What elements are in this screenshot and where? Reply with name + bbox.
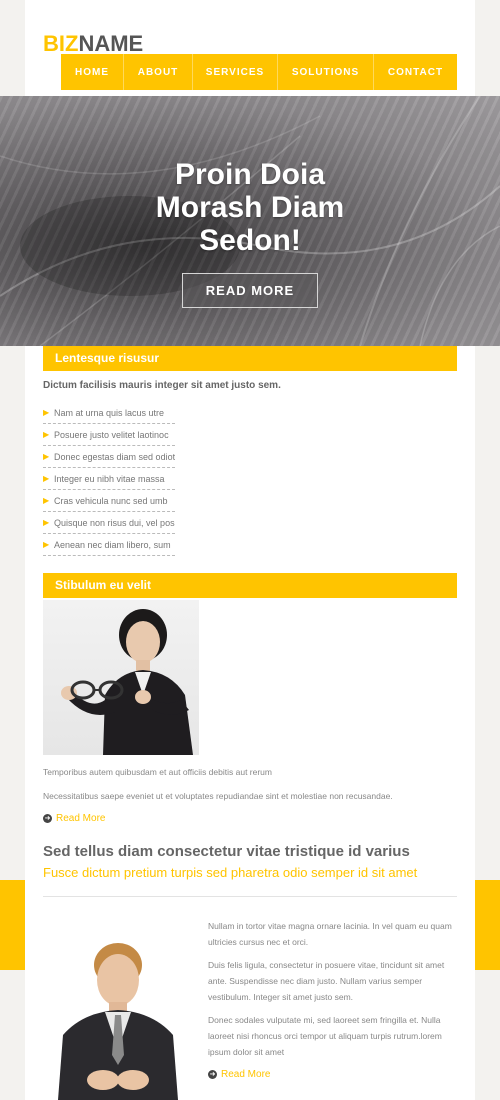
list-item[interactable]: ▶ Integer eu nibh vitae massa [43, 468, 175, 490]
section3-title: Sed tellus diam consectetur vitae tristi… [43, 843, 410, 860]
section3-subtitle: Fusce dictum pretium turpis sed pharetra… [43, 865, 418, 880]
woman-photo [43, 600, 199, 755]
man-photo [43, 920, 193, 1100]
side-accent-right [475, 880, 500, 970]
section3-paragraph-2: Duis felis ligula, consectetur in posuer… [208, 960, 445, 1002]
divider [43, 896, 457, 897]
hero-title-line-3: Sedon! [199, 224, 301, 257]
list-item-label: Posuere justo velitet laotinoc [54, 430, 169, 440]
arrow-right-icon: ▶ [43, 430, 50, 439]
list-item-label: Integer eu nibh vitae massa [54, 474, 165, 484]
logo-part-2: NAME [78, 31, 144, 56]
list-item-label: Nam at urna quis lacus utre [54, 408, 165, 418]
arrow-right-icon: ▶ [43, 540, 50, 549]
arrow-right-icon: ▶ [43, 518, 50, 527]
nav-home[interactable]: HOME [61, 54, 124, 90]
hero-title: Proin Doia Morash Diam Sedon! [100, 158, 400, 257]
hero-banner: Proin Doia Morash Diam Sedon! READ MORE [0, 96, 500, 346]
list-item[interactable]: ▶ Aenean nec diam libero, sum [43, 534, 175, 556]
feature-list: ▶ Nam at urna quis lacus utre ▶ Posuere ju… [43, 402, 183, 556]
nav-contact[interactable]: CONTACT [374, 54, 457, 90]
side-accent-left [0, 880, 25, 970]
list-item[interactable]: ▶ Cras vehicula nunc sed umb [43, 490, 175, 512]
list-item[interactable]: ▶ Quisque non risus dui, vel pos [43, 512, 175, 534]
arrow-right-icon: ▶ [43, 474, 50, 483]
section3-paragraph-1: Nullam in tortor vitae magna ornare laci… [208, 921, 452, 947]
list-item[interactable]: ▶ Nam at urna quis lacus utre [43, 402, 175, 424]
section2-paragraph-1: Temporibus autem quibusdam et aut offici… [43, 767, 272, 777]
section-intro: Dictum facilisis mauris integer sit amet… [43, 380, 281, 391]
nav-about[interactable]: ABOUT [124, 54, 193, 90]
list-item[interactable]: ▶ Posuere justo velitet laotinoc [43, 424, 175, 446]
section2-paragraph-2: Necessitatibus saepe eveniet ut et volup… [43, 791, 393, 801]
section-header-lentesque: Lentesque risusur [43, 346, 457, 371]
list-item-label: Cras vehicula nunc sed umb [54, 496, 168, 506]
read-more-label: Read More [221, 1069, 271, 1080]
list-item-label: Aenean nec diam libero, sum [54, 540, 171, 550]
arrow-right-icon: ▶ [43, 408, 50, 417]
arrow-right-icon: ▶ [43, 496, 50, 505]
read-more-link-2[interactable]: ➜ Read More [208, 1069, 270, 1080]
arrow-circle-icon: ➜ [208, 1070, 217, 1079]
hero-read-more-button[interactable]: READ MORE [182, 273, 318, 308]
logo[interactable]: BIZNAME [43, 32, 143, 56]
man-illustration [58, 943, 178, 1100]
arrow-circle-icon: ➜ [43, 814, 52, 823]
read-more-link[interactable]: ➜ Read More [43, 813, 105, 824]
section3-paragraph-3: Donec sodales vulputate mi, sed laoreet … [208, 1015, 442, 1057]
section-header-stibulum: Stibulum eu velit [43, 573, 457, 598]
hero-title-line-1: Proin Doia [174, 158, 325, 191]
read-more-label: Read More [56, 813, 106, 824]
logo-part-1: BIZ [43, 31, 79, 56]
list-item[interactable]: ▶ Donec egestas diam sed odioti [43, 446, 175, 468]
hero-title-line-2: Morash Diam [155, 191, 345, 224]
arrow-right-icon: ▶ [43, 452, 50, 461]
nav-solutions[interactable]: SOLUTIONS [278, 54, 374, 90]
list-item-label: Donec egestas diam sed odioti [54, 452, 175, 462]
woman-illustration [61, 609, 193, 755]
nav-services[interactable]: SERVICES [193, 54, 278, 90]
list-item-label: Quisque non risus dui, vel pos [54, 518, 175, 528]
main-nav: HOME ABOUT SERVICES SOLUTIONS CONTACT [61, 54, 457, 96]
